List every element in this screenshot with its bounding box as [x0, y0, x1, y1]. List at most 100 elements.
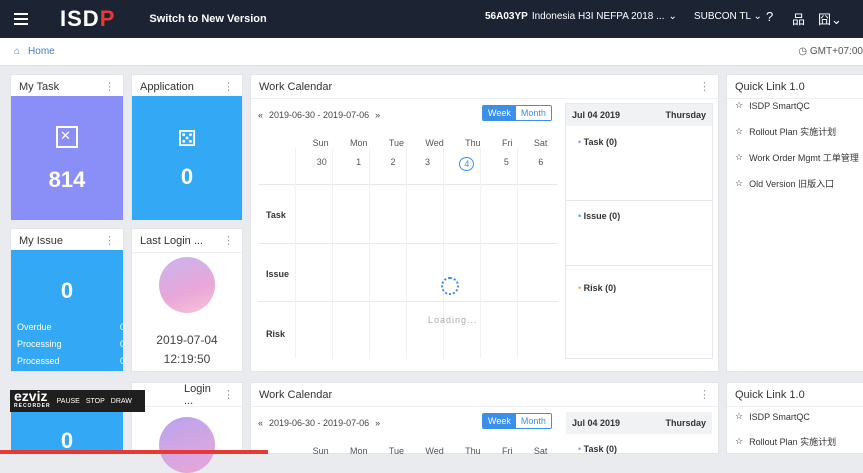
quick-link-item[interactable]: ☆ Work Order Mgmt 工单管理 [735, 151, 859, 164]
grid-line [369, 148, 370, 358]
home-icon: ⌂ [14, 46, 21, 57]
chevron-down-icon: ⌄ [668, 11, 677, 22]
weekday-label: Tue [388, 138, 405, 148]
quick-link-item[interactable]: ☆ Old Version 旧版入口 [735, 177, 834, 190]
weekday-label: Tue [388, 446, 405, 456]
star-icon: ☆ [735, 178, 744, 188]
quick-link-item[interactable]: ☆ Rollout Plan 实施计划 [735, 435, 836, 448]
date-range-nav-2: « 2019-06-30 - 2019-07-06 » [258, 418, 380, 428]
breadcrumb[interactable]: ⌂ Home [14, 46, 55, 57]
quick-link-item[interactable]: ☆ ISDP SmartQC [735, 100, 810, 111]
side-task-2[interactable]: • Task (0) [578, 444, 617, 454]
month-view-button[interactable]: Month [515, 106, 551, 120]
more-icon[interactable]: ⋮ [104, 234, 115, 247]
date-cell[interactable]: 2 [391, 157, 396, 171]
breadcrumb-home[interactable]: Home [28, 46, 55, 57]
login-illustration [159, 257, 215, 313]
next-week-icon[interactable]: » [375, 418, 380, 428]
weekday-header-2: Sun Mon Tue Wed Thu Fri Sat [302, 446, 558, 456]
grid-line [480, 148, 481, 358]
add-user-icon: ⚄ [177, 126, 197, 151]
menu-icon[interactable] [14, 13, 28, 25]
grid-line [443, 148, 444, 358]
grid-line [258, 184, 558, 185]
week-view-button[interactable]: Week [483, 106, 516, 120]
side-issue[interactable]: • Issue (0) [578, 211, 620, 221]
project-selector[interactable]: 56A03YP Indonesia H3I NEFPA 2018 ... ⌄ [485, 11, 677, 22]
star-icon: ☆ [735, 436, 744, 446]
date-cell[interactable]: 5 [504, 157, 509, 171]
quick-link-item[interactable]: ☆ Rollout Plan 实施计划 [735, 125, 836, 138]
divider [566, 265, 712, 266]
weekday-label: Wed [425, 138, 444, 148]
date-header: 30 1 2 3 4 5 6 [302, 157, 558, 171]
screen-recorder-toolbar: ezviz RECORDER PAUSE STOP DRAW [10, 389, 145, 412]
view-toggle: Week Month [482, 105, 552, 121]
side-task[interactable]: • Task (0) [578, 137, 617, 147]
month-view-button[interactable]: Month [515, 414, 551, 428]
my-issue-count: 0 [60, 278, 74, 303]
my-issue-tile[interactable]: 0 Overdue 0 Processing 0 Processed 0 [11, 250, 125, 371]
date-cell[interactable]: 6 [538, 157, 543, 171]
weekday-label: Wed [425, 446, 444, 456]
last-login-date: 2019-07-04 [156, 333, 218, 347]
login-title-2: Login ... [184, 382, 211, 407]
application-count: 0 [180, 164, 194, 189]
grid-line [258, 243, 558, 244]
pause-button[interactable]: PAUSE [57, 398, 80, 405]
weekday-label: Fri [501, 446, 513, 456]
more-icon[interactable]: ⋮ [223, 388, 234, 401]
day-detail-header: Jul 04 2019 Thursday [566, 104, 712, 126]
stop-button[interactable]: STOP [86, 398, 105, 405]
date-cell[interactable]: 1 [356, 157, 361, 171]
my-task-title: My Task [19, 80, 60, 93]
more-icon[interactable]: ⋮ [699, 80, 710, 93]
date-cell[interactable]: 30 [317, 157, 327, 171]
role-selector[interactable]: SUBCON TL ⌄ [694, 11, 762, 22]
my-issue-title: My Issue [19, 234, 64, 247]
grid-line [332, 148, 333, 358]
login-illustration [159, 417, 215, 473]
my-task-tile[interactable]: ✕ 814 [11, 96, 123, 220]
more-icon[interactable]: ⋮ [104, 80, 115, 93]
more-icon[interactable]: ⋮ [223, 234, 234, 247]
grid-line [517, 148, 518, 358]
grid-icon[interactable]: 囧⌄ [818, 9, 842, 28]
application-title: Application [140, 80, 194, 93]
grid-line [258, 301, 558, 302]
date-cell[interactable]: 3 [425, 157, 430, 171]
draw-button[interactable]: DRAW [111, 398, 132, 405]
side-risk[interactable]: • Risk (0) [578, 283, 616, 293]
weekday-label: Sun [312, 446, 329, 456]
application-tile[interactable]: ⚄ 0 [132, 96, 242, 220]
grid-line [295, 148, 296, 358]
date-cell-today[interactable]: 4 [459, 157, 475, 171]
selected-weekday: Thursday [665, 418, 706, 428]
last-login-time: 12:19:50 [163, 352, 211, 366]
help-icon[interactable]: ? [766, 9, 773, 24]
prev-week-icon[interactable]: « [258, 110, 263, 120]
more-icon[interactable]: ⋮ [223, 80, 234, 93]
prev-week-icon[interactable]: « [258, 418, 263, 428]
processing-row: Processing 0 [17, 339, 125, 349]
quick-link-item[interactable]: ☆ ISDP SmartQC [735, 411, 810, 422]
more-icon[interactable]: ⋮ [699, 388, 710, 401]
switch-version-link[interactable]: Switch to New Version [149, 13, 266, 25]
selected-date: Jul 04 2019 [572, 110, 621, 120]
issue-row-label: Issue [266, 269, 290, 279]
overdue-row: Overdue 0 [17, 322, 125, 332]
weekday-label: Thu [465, 446, 481, 456]
weekday-label: Fri [501, 138, 513, 148]
weekday-label: Mon [350, 138, 368, 148]
org-icon[interactable]: 品 [792, 9, 805, 28]
week-view-button[interactable]: Week [483, 414, 516, 428]
weekday-label: Sat [533, 446, 548, 456]
my-issue-tile-2[interactable]: 0 [11, 408, 123, 454]
last-login-card-2: Login ... ⋮ [131, 382, 243, 473]
work-calendar-title: Work Calendar [259, 80, 333, 93]
star-icon: ☆ [735, 411, 744, 421]
next-week-icon[interactable]: » [375, 110, 380, 120]
app-logo[interactable]: ISDP [60, 6, 115, 32]
timezone-label: ◷ GMT+07:00 [798, 46, 863, 57]
grid-line [406, 148, 407, 358]
